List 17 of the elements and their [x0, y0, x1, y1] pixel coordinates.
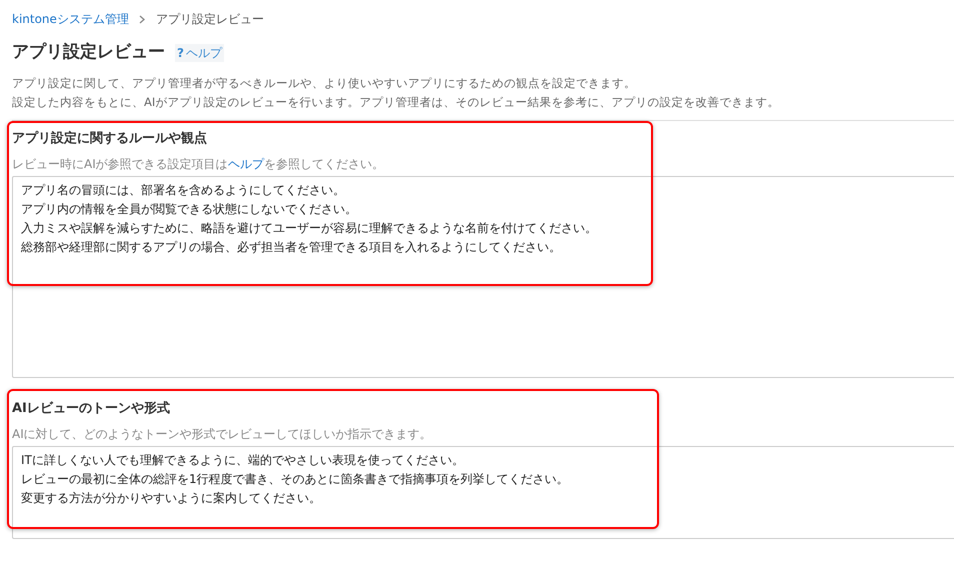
- chevron-icon: [138, 14, 146, 24]
- help-label: ヘルプ: [186, 44, 222, 62]
- section-hint: AIに対して、どのようなトーンや形式でレビューしてほしいか指示できます。: [12, 426, 432, 440]
- section-hint: レビュー時にAIが参照できる設定項目は: [12, 156, 228, 170]
- description-text: アプリ設定に関して、アプリ管理者が守るべきルールや、より使いやすいアプリにするための観点を設定できます。: [12, 74, 637, 92]
- breadcrumb-current: アプリ設定レビュー: [156, 11, 264, 28]
- section-heading: アプリ設定に関するルールや観点: [12, 130, 208, 148]
- text-area[interactable]: アプリ名の冒頭には、部署名を含めるようにしてください。 アプリ内の情報を全員が閲覧できる状態にしないでください。 入力ミスや誤解を減らすために、略語を避けてユーザーが容易に理解できるような名前を付けてください。 総務部や経理部に関するアプリの場合、必ず担当者を管理できる項目を入れるようにしてください。: [12, 176, 954, 378]
- section-heading: AIレビューのトーンや形式: [12, 400, 171, 418]
- help-link[interactable]: ? ヘルプ: [175, 44, 224, 62]
- help-link[interactable]: ヘルプ: [228, 156, 264, 170]
- text-area[interactable]: ITに詳しくない人でも理解できるように、端的でやさしい表現を使ってください。 レビューの最初に全体の総評を1行程度で書き、そのあとに箇条書きで指摘事項を列挙してください。 変更する方法が分かりやすいように案内してください。: [12, 446, 954, 538]
- page-title: アプリ設定レビュー: [12, 41, 165, 64]
- description-text: 設定した内容をもとに、AIがアプリ設定のレビューを行います。アプリ管理者は、そのレビュー結果を参考に、アプリの設定を改善できます。: [12, 94, 780, 110]
- section-hint: を参照してください。: [264, 156, 384, 170]
- help-icon: ?: [177, 44, 184, 62]
- breadcrumb-link[interactable]: kintoneシステム管理: [12, 10, 129, 28]
